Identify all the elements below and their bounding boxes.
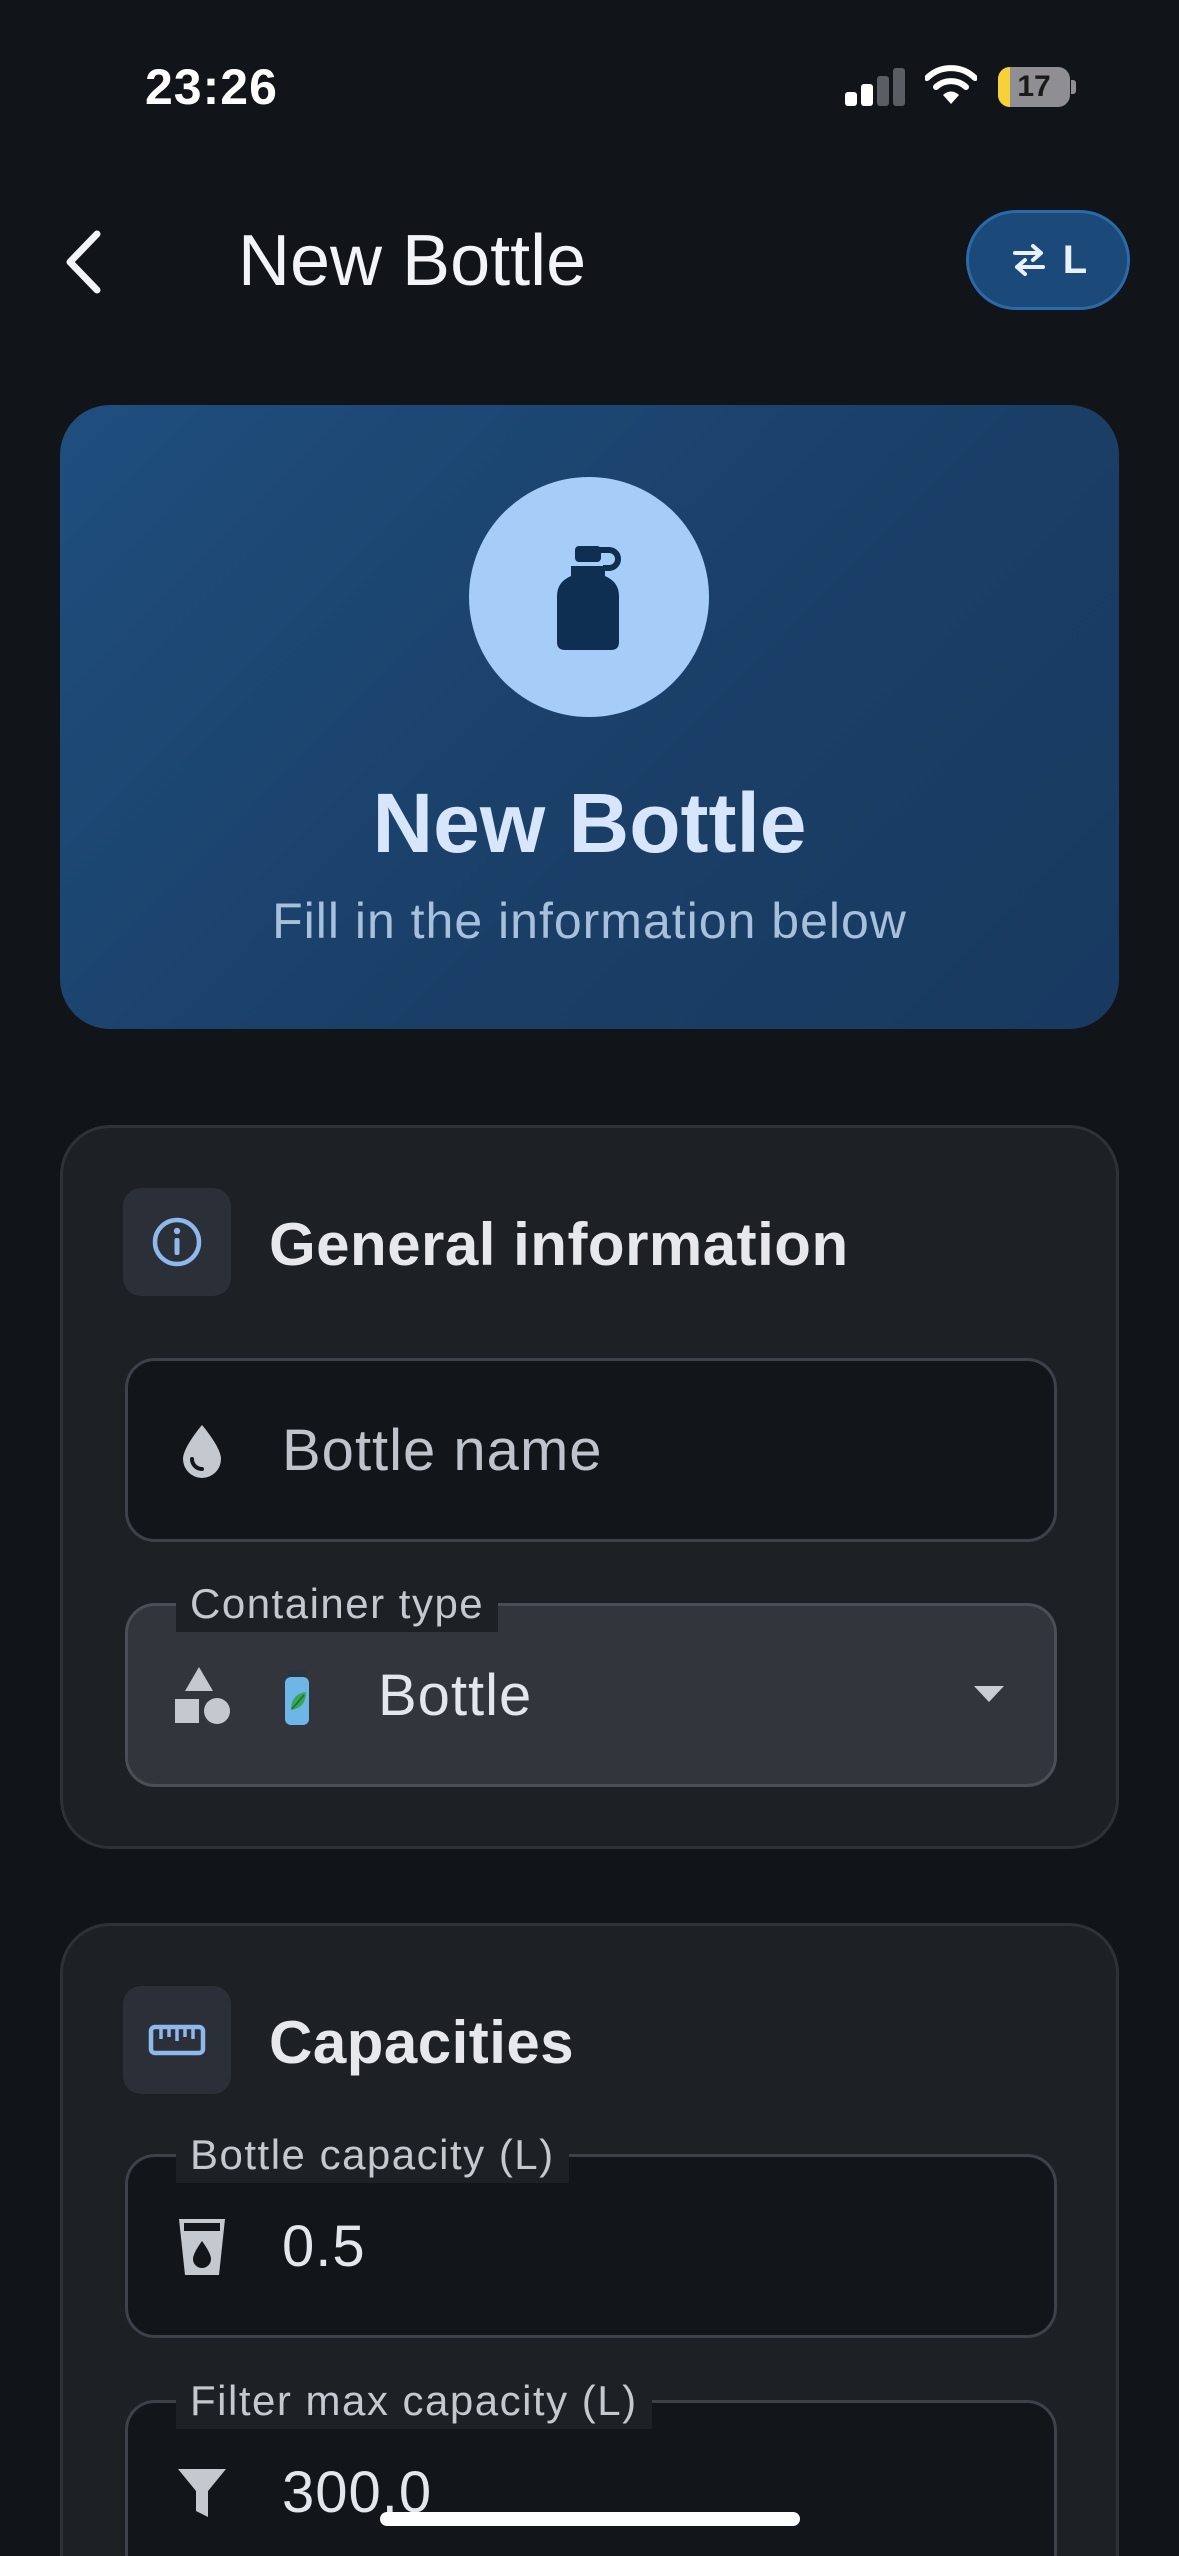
hero-subtitle: Fill in the information below (272, 893, 907, 949)
section-icon-badge (123, 1188, 231, 1296)
bottle-name-field[interactable]: Bottle name (125, 1358, 1057, 1542)
cellular-signal-icon (845, 66, 905, 106)
water-drop-icon (183, 1425, 221, 1478)
bottle-name-placeholder: Bottle name (282, 1418, 603, 1483)
status-time: 23:26 (145, 59, 278, 115)
bottle-capacity-label: Bottle capacity (L) (176, 2127, 569, 2183)
unit-label: L (1062, 237, 1088, 282)
container-type-select[interactable]: Container type Bottle (125, 1576, 1057, 1787)
hero-title: New Bottle (372, 776, 807, 870)
filter-capacity-label: Filter max capacity (L) (176, 2373, 652, 2429)
battery-icon: 17 (998, 67, 1076, 107)
eco-bottle-icon (285, 1670, 309, 1725)
container-type-value: Bottle (378, 1663, 533, 1728)
capacities-card: Capacities Bottle capacity (L) 0.5 Filte… (60, 1923, 1119, 2556)
home-indicator[interactable] (380, 2512, 800, 2526)
swap-arrows-icon (1012, 244, 1045, 276)
section-icon-badge (123, 1986, 231, 2094)
general-information-card: General information Bottle name Containe… (60, 1125, 1119, 1849)
chevron-left-icon (66, 230, 101, 294)
cup-drop-icon (179, 2219, 225, 2275)
ruler-icon (148, 2024, 206, 2056)
info-icon (152, 1217, 202, 1267)
shapes-icon (175, 1667, 230, 1724)
unit-toggle-button[interactable]: L (966, 210, 1130, 310)
back-button[interactable] (52, 222, 122, 302)
water-bottle-icon (557, 546, 621, 650)
hero-card: New Bottle Fill in the information below (60, 405, 1119, 1029)
filter-icon (178, 2469, 226, 2517)
wifi-icon (925, 65, 977, 104)
chevron-down-icon (974, 1686, 1004, 1702)
section-title: Capacities (269, 2009, 575, 2076)
page-title: New Bottle (238, 221, 587, 301)
status-bar: 23:26 17 (0, 0, 1179, 170)
filter-capacity-field[interactable]: Filter max capacity (L) 300.0 (125, 2373, 1057, 2556)
bottle-capacity-field[interactable]: Bottle capacity (L) 0.5 (125, 2127, 1057, 2338)
bottle-capacity-value: 0.5 (282, 2214, 366, 2279)
section-title: General information (269, 1211, 849, 1278)
container-type-label: Container type (176, 1576, 499, 1632)
hero-avatar (469, 477, 709, 717)
battery-level: 17 (1017, 70, 1051, 103)
